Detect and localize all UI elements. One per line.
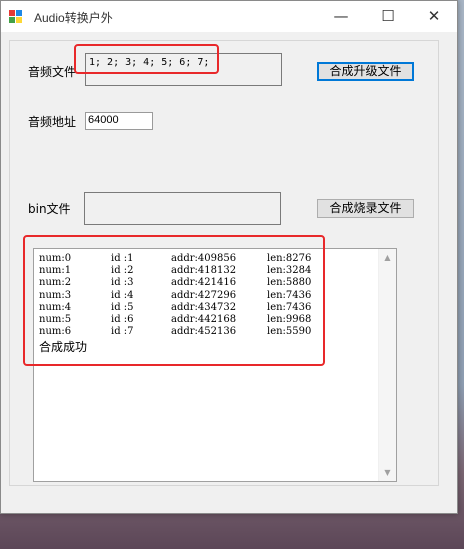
scroll-down-icon[interactable]: ▼ <box>379 464 396 481</box>
app-icon <box>9 10 23 24</box>
close-icon[interactable]: ✕ <box>411 1 457 32</box>
audio-address-label: 音频地址 <box>28 115 77 129</box>
audio-file-highlight <box>74 44 219 74</box>
log-highlight <box>23 235 325 366</box>
scroll-up-icon[interactable]: ▲ <box>379 249 396 266</box>
minimize-icon[interactable]: — <box>318 1 364 32</box>
merge-burn-button[interactable]: 合成烧录文件 <box>317 199 414 218</box>
audio-address-value: 64000 <box>88 114 119 126</box>
bin-file-label: bin文件 <box>28 202 71 216</box>
window-title: Audio转换户外 <box>34 11 113 25</box>
app-window: Audio转换户外 — ☐ ✕ 音频文件 1; 2; 3; 4; 5; 6; 7… <box>0 0 458 514</box>
bin-file-field[interactable] <box>84 192 281 225</box>
audio-file-label: 音频文件 <box>28 65 77 79</box>
audio-address-input[interactable]: 64000 <box>85 112 153 130</box>
merge-upgrade-button[interactable]: 合成升级文件 <box>317 62 414 81</box>
log-scrollbar[interactable]: ▲ ▼ <box>378 249 396 481</box>
title-bar[interactable]: Audio转换户外 — ☐ ✕ <box>1 1 457 32</box>
maximize-icon[interactable]: ☐ <box>365 1 411 32</box>
